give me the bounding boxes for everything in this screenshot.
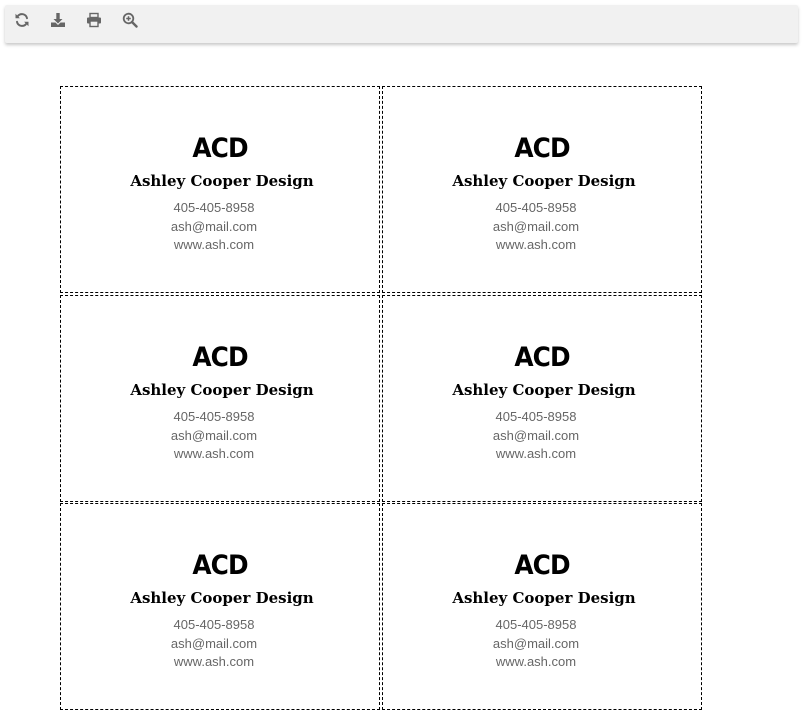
zoom-in-icon [122,12,138,28]
card-abbreviation: ACD [514,550,570,581]
card-email: ash@mail.com [170,219,258,234]
card-abbreviation: ACD [192,133,248,164]
card-company-name: Ashley Cooper Design [130,381,314,399]
card-abbreviation: ACD [192,342,248,373]
business-card-sheet: ACD Ashley Cooper Design 405-405-8958 as… [60,86,704,710]
card-email: ash@mail.com [492,428,580,443]
card-website: www.ash.com [495,654,577,669]
card-email: ash@mail.com [170,428,258,443]
card-abbreviation: ACD [192,550,248,581]
card-email: ash@mail.com [492,636,580,651]
print-button[interactable] [84,10,104,30]
refresh-icon [15,13,29,27]
refresh-button[interactable] [12,10,32,30]
card-phone: 405-405-8958 [173,617,255,632]
card-email: ash@mail.com [492,219,580,234]
card-company-name: Ashley Cooper Design [130,172,314,190]
business-card: ACD Ashley Cooper Design 405-405-8958 as… [382,503,702,710]
card-company-name: Ashley Cooper Design [130,589,314,607]
card-company-name: Ashley Cooper Design [452,589,636,607]
print-icon [87,12,101,28]
card-company-name: Ashley Cooper Design [452,381,636,399]
card-website: www.ash.com [173,654,255,669]
card-website: www.ash.com [495,446,577,461]
card-abbreviation: ACD [514,342,570,373]
card-website: www.ash.com [495,237,577,252]
card-phone: 405-405-8958 [495,617,577,632]
business-card: ACD Ashley Cooper Design 405-405-8958 as… [60,503,380,710]
card-phone: 405-405-8958 [173,200,255,215]
download-icon [51,13,65,27]
business-card: ACD Ashley Cooper Design 405-405-8958 as… [382,86,702,293]
card-abbreviation: ACD [514,133,570,164]
business-card: ACD Ashley Cooper Design 405-405-8958 as… [382,295,702,502]
business-card: ACD Ashley Cooper Design 405-405-8958 as… [60,295,380,502]
viewer-toolbar [5,5,798,43]
card-company-name: Ashley Cooper Design [452,172,636,190]
card-phone: 405-405-8958 [495,409,577,424]
download-button[interactable] [48,10,68,30]
card-website: www.ash.com [173,446,255,461]
zoom-in-button[interactable] [120,10,140,30]
card-website: www.ash.com [173,237,255,252]
card-phone: 405-405-8958 [495,200,577,215]
card-phone: 405-405-8958 [173,409,255,424]
business-card: ACD Ashley Cooper Design 405-405-8958 as… [60,86,380,293]
card-email: ash@mail.com [170,636,258,651]
